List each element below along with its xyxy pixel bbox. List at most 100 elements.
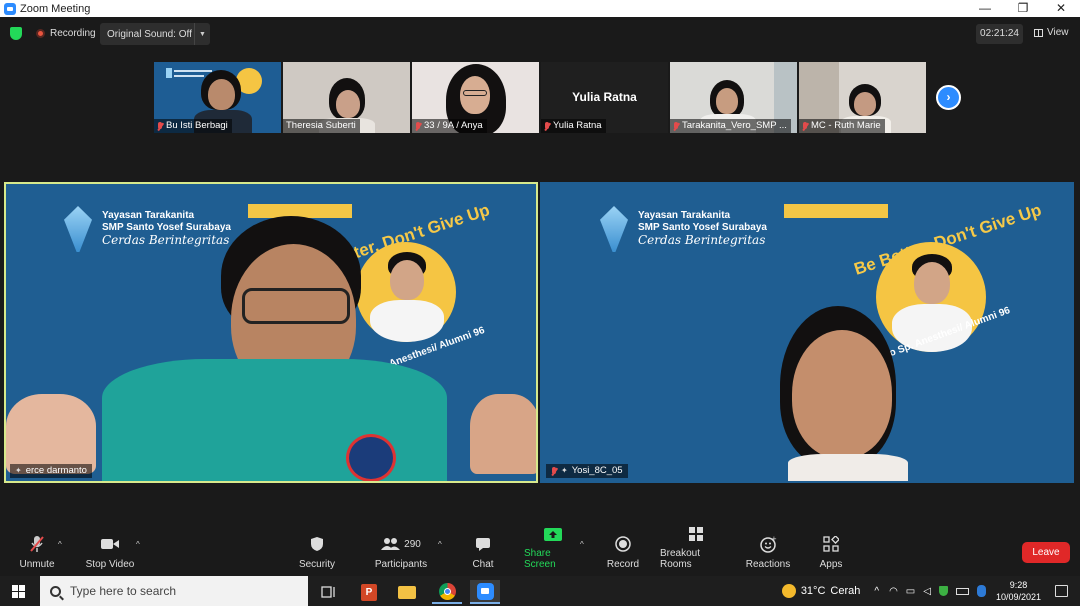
breakout-rooms-icon [688, 526, 704, 542]
participant-strip: Bu Isti Berbagi Theresia Suberti 33 / 9A… [154, 62, 926, 133]
meeting-toolbar: Unmute ^ Stop Video ^ Security 290 Parti… [0, 527, 1080, 576]
recording-indicator[interactable]: Recording [36, 28, 96, 39]
participant-name-label: Bu Isti Berbagi [154, 119, 232, 133]
original-sound-button[interactable]: Original Sound: Off ▼ [100, 23, 210, 45]
encryption-shield-icon[interactable] [10, 27, 22, 40]
participants-count: 290 [404, 538, 421, 550]
windows-start-icon[interactable] [12, 585, 25, 598]
video-tile-active-speaker[interactable]: Yayasan Tarakanita SMP Santo Yosef Surab… [4, 182, 538, 483]
banner-tag [784, 204, 888, 218]
battery-icon[interactable] [955, 587, 969, 595]
view-button[interactable]: View [1034, 27, 1069, 38]
weather-widget[interactable]: 31°C Cerah [781, 584, 861, 598]
glasses-icon [463, 90, 487, 96]
hand-right [470, 394, 536, 474]
chevron-up-icon[interactable]: ^ [438, 540, 442, 549]
security-button[interactable]: Security [296, 530, 338, 576]
sun-cloud-icon [781, 584, 796, 598]
zoom-logo-icon [4, 2, 16, 15]
windows-taskbar: Type here to search P 31°C Cerah ^ ◠ ▭ ◁… [0, 576, 1080, 606]
search-placeholder: Type here to search [70, 584, 177, 598]
unmute-button[interactable]: Unmute [18, 530, 56, 576]
pin-icon: ✦ [15, 466, 22, 475]
leave-button[interactable]: Leave [1022, 542, 1070, 563]
security-tray-icon[interactable] [938, 586, 948, 596]
chevron-up-icon[interactable]: ^ [136, 540, 140, 549]
breakout-rooms-label: Breakout Rooms [660, 548, 701, 570]
close-window-button[interactable]: ✕ [1042, 0, 1080, 17]
grid-view-icon [1034, 28, 1043, 37]
banner-text: Yayasan Tarakanita SMP Santo Yosef Surab… [638, 210, 767, 246]
window-controls: — ❐ ✕ [966, 0, 1080, 17]
search-icon [50, 585, 61, 597]
participant-tile[interactable]: 33 / 9A / Anya [412, 62, 539, 133]
participant-name-label: Yulia Ratna [541, 119, 606, 133]
notification-icon[interactable] [1055, 585, 1068, 597]
restore-button[interactable]: ❐ [1004, 0, 1042, 17]
powerpoint-app-icon[interactable]: P [354, 580, 384, 604]
banner-logo-icon [600, 206, 628, 252]
task-view-icon[interactable] [314, 580, 344, 604]
weather-desc: Cerah [830, 585, 861, 597]
speaker-icon[interactable]: ◁ [923, 586, 931, 597]
chevron-up-icon[interactable]: ^ [580, 540, 584, 549]
breakout-rooms-button[interactable]: Breakout Rooms [660, 527, 732, 576]
participant-tile[interactable]: Bu Isti Berbagi [154, 62, 281, 133]
participant-name-label: 33 / 9A / Anya [412, 119, 487, 133]
recording-dot-icon [36, 29, 45, 38]
wifi-icon[interactable]: ◠ [889, 586, 898, 597]
window-title: Zoom Meeting [20, 2, 91, 15]
zoom-app-icon[interactable] [470, 580, 500, 604]
chevron-up-icon[interactable]: ^ [874, 586, 879, 597]
video-tile[interactable]: Yayasan Tarakanita SMP Santo Yosef Surab… [540, 182, 1074, 483]
participant-name-label: MC - Ruth Marie [799, 119, 885, 133]
chrome-browser-icon[interactable] [432, 580, 462, 604]
chat-label: Chat [472, 559, 494, 570]
minimize-button[interactable]: — [966, 0, 1004, 17]
muted-mic-icon [802, 121, 808, 131]
chat-bubble-icon [475, 535, 491, 553]
video-name-label: ✦ Yosi_8C_05 [546, 464, 628, 478]
glasses-icon [242, 288, 350, 324]
participant-tile[interactable]: Theresia Suberti [283, 62, 410, 133]
recording-label: Recording [50, 28, 96, 39]
taskbar-clock[interactable]: 9:28 10/09/2021 [996, 579, 1041, 603]
record-icon [615, 535, 631, 553]
participant-tile[interactable]: MC - Ruth Marie [799, 62, 926, 133]
chat-button[interactable]: Chat [470, 530, 496, 576]
participant-tile[interactable]: Yulia Ratna Yulia Ratna [541, 62, 668, 133]
weather-temp: 31°C [800, 585, 826, 597]
original-sound-label: Original Sound: Off [107, 28, 192, 40]
unmute-label: Unmute [19, 559, 55, 570]
chevron-up-icon[interactable]: ^ [58, 540, 62, 549]
hand-left [6, 394, 96, 474]
next-page-button[interactable]: › [936, 85, 961, 110]
banner-motto: Cerdas Berintegritas [638, 233, 766, 247]
muted-mic-icon [551, 466, 557, 476]
participant-display-name: Yulia Ratna [572, 90, 637, 104]
participant-name-label: Tarakanita_Vero_SMP ... [670, 119, 791, 133]
participants-button[interactable]: 290 Participants [374, 530, 428, 576]
banner-org: Yayasan Tarakanita [102, 210, 195, 221]
usb-icon[interactable]: ▭ [906, 586, 915, 597]
stop-video-button[interactable]: Stop Video [84, 530, 136, 576]
chevron-down-icon[interactable]: ▼ [194, 23, 210, 45]
file-explorer-icon[interactable] [392, 580, 422, 604]
record-button[interactable]: Record [606, 530, 640, 576]
participant-tile[interactable]: Tarakanita_Vero_SMP ... [670, 62, 797, 133]
share-screen-icon [543, 527, 563, 542]
share-screen-button[interactable]: Share Screen [524, 527, 582, 576]
muted-mic-icon [30, 535, 44, 553]
banner-logo-icon [166, 68, 172, 78]
chevron-right-icon: › [946, 90, 951, 104]
apps-button[interactable]: Apps [818, 530, 844, 576]
reactions-button[interactable]: + Reactions [746, 530, 790, 576]
apps-icon [823, 535, 839, 553]
bluetooth-icon[interactable] [976, 585, 986, 597]
record-label: Record [606, 559, 640, 570]
muted-mic-icon [415, 121, 421, 131]
doctor-portrait [356, 242, 456, 342]
taskbar-search-box[interactable]: Type here to search [40, 576, 308, 606]
view-label: View [1047, 27, 1069, 38]
logo-badge-icon [346, 434, 396, 481]
